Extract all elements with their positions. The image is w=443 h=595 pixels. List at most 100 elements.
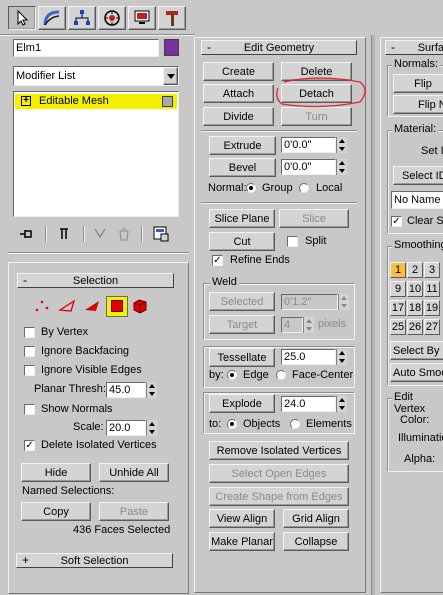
smoothing-group-button[interactable]: 3: [424, 262, 440, 278]
show-normals-checkbox[interactable]: [24, 404, 35, 415]
refine-ends-checkbox[interactable]: ✓: [212, 255, 223, 266]
stack-item-editable-mesh[interactable]: + Editable Mesh: [15, 94, 177, 109]
planar-thresh-field[interactable]: 45.0: [106, 382, 146, 398]
smoothing-group-button[interactable]: 27: [424, 319, 440, 335]
extrude-button[interactable]: Extrude: [209, 136, 276, 155]
smoothing-group-button[interactable]: 10: [407, 281, 423, 297]
utilities-tab[interactable]: [158, 6, 186, 30]
copy-button[interactable]: Copy: [21, 502, 91, 521]
hide-button[interactable]: Hide: [21, 463, 91, 482]
flip-button[interactable]: Flip: [393, 74, 443, 93]
object-name-field[interactable]: Elm1: [13, 39, 159, 57]
remove-isolated-vertices-button[interactable]: Remove Isolated Vertices: [209, 441, 349, 460]
remove-modifier-icon[interactable]: [117, 227, 131, 241]
explode-objects-radio[interactable]: [227, 419, 237, 429]
expand-plus-icon[interactable]: +: [21, 96, 31, 106]
attach-button[interactable]: Attach: [203, 84, 274, 103]
extrude-amount-field[interactable]: 0'0.0": [281, 137, 336, 153]
scale-spinner[interactable]: [146, 420, 157, 436]
motion-tab[interactable]: [98, 6, 126, 30]
unhide-all-button[interactable]: Unhide All: [99, 463, 169, 482]
smoothing-group-button[interactable]: 11: [424, 281, 440, 297]
selection-rollout-header[interactable]: - Selection: [17, 273, 174, 288]
create-shape-from-edges-button[interactable]: Create Shape from Edges: [209, 487, 349, 506]
tessellate-edge-radio[interactable]: [227, 370, 237, 380]
by-vertex-checkbox[interactable]: [24, 327, 35, 338]
show-end-result-icon[interactable]: [57, 227, 71, 241]
face-level-icon[interactable]: [83, 298, 101, 314]
smoothing-group-button[interactable]: 1: [390, 262, 406, 278]
slice-plane-button[interactable]: Slice Plane: [209, 209, 275, 228]
edge-level-icon[interactable]: [58, 298, 76, 314]
select-open-edges-button[interactable]: Select Open Edges: [209, 464, 349, 483]
make-unique-icon[interactable]: [93, 227, 107, 241]
edit-geometry-rollout-header[interactable]: - Edit Geometry: [201, 40, 357, 55]
select-by-smoothing-button[interactable]: Select By S: [390, 341, 443, 360]
weld-threshold-field[interactable]: 0'1.2": [281, 294, 338, 310]
ignore-backfacing-checkbox[interactable]: [24, 346, 35, 357]
create-button[interactable]: Create: [203, 62, 274, 81]
weld-target-button[interactable]: Target: [209, 315, 275, 334]
weld-selected-button[interactable]: Selected: [209, 292, 275, 311]
divide-button[interactable]: Divide: [203, 107, 274, 126]
soft-selection-rollout-header[interactable]: + Soft Selection: [16, 553, 173, 568]
configure-sets-icon[interactable]: [153, 226, 169, 242]
material-name-dropdown[interactable]: No Name -: [391, 191, 443, 209]
make-planar-button[interactable]: Make Planar: [209, 532, 275, 551]
explode-angle-field[interactable]: 24.0: [281, 396, 336, 412]
grid-align-button[interactable]: Grid Align: [283, 509, 349, 528]
polygon-level-button[interactable]: [106, 296, 128, 317]
bevel-amount-field[interactable]: 0'0.0": [281, 159, 336, 175]
weld-threshold-spinner[interactable]: [338, 294, 349, 310]
hierarchy-tab[interactable]: [68, 6, 96, 30]
smoothing-group-button[interactable]: 9: [390, 281, 406, 297]
normal-local-radio[interactable]: [299, 183, 309, 193]
smoothing-group-button[interactable]: 2: [407, 262, 423, 278]
tessellate-face-center-radio[interactable]: [276, 370, 286, 380]
modify-tab[interactable]: [38, 6, 66, 30]
clear-selection-checkbox[interactable]: ✓: [391, 216, 402, 227]
display-tab[interactable]: [128, 6, 156, 30]
chevron-down-icon[interactable]: [163, 67, 178, 85]
ignore-visible-edges-checkbox[interactable]: [24, 365, 35, 376]
weld-pixels-field[interactable]: 4: [281, 317, 303, 333]
pin-stack-icon[interactable]: [19, 227, 35, 241]
paste-button[interactable]: Paste: [99, 502, 169, 521]
tessellate-spinner[interactable]: [336, 349, 347, 365]
auto-smooth-button[interactable]: Auto Smoo: [390, 363, 443, 382]
toolbar-divider: [0, 34, 195, 36]
split-checkbox[interactable]: [287, 236, 298, 247]
weld-pixels-spinner[interactable]: [303, 317, 314, 333]
explode-elements-radio[interactable]: [290, 419, 300, 429]
tessellate-tension-field[interactable]: 25.0: [281, 349, 336, 365]
select-id-button[interactable]: Select ID: [393, 166, 443, 185]
smoothing-group-button[interactable]: 25: [390, 319, 406, 335]
explode-spinner[interactable]: [336, 396, 347, 412]
smoothing-group-button[interactable]: 26: [407, 319, 423, 335]
stack-item-light-icon[interactable]: [162, 96, 173, 107]
object-color-swatch[interactable]: [164, 39, 179, 56]
flip-normal-mode-button[interactable]: Flip N: [393, 95, 443, 114]
cut-button[interactable]: Cut: [209, 232, 275, 251]
delete-isolated-vertices-checkbox[interactable]: ✓: [24, 440, 35, 451]
smoothing-group-button[interactable]: 19: [424, 300, 440, 316]
bevel-button[interactable]: Bevel: [209, 158, 276, 177]
element-level-icon[interactable]: [132, 298, 148, 314]
surface-rollout-header[interactable]: - Surfa: [385, 40, 443, 55]
planar-thresh-spinner[interactable]: [146, 382, 157, 398]
explode-button[interactable]: Explode: [209, 394, 275, 413]
tessellate-button[interactable]: Tessellate: [209, 348, 275, 367]
collapse-button[interactable]: Collapse: [283, 532, 349, 551]
smoothing-group-button[interactable]: 17: [390, 300, 406, 316]
smoothing-group-button[interactable]: 18: [407, 300, 423, 316]
modifier-list-dropdown[interactable]: Modifier List: [13, 66, 179, 86]
slice-button[interactable]: Slice: [279, 209, 349, 228]
polygon-level-icon: [111, 300, 123, 312]
create-tab[interactable]: [8, 6, 36, 30]
scale-field[interactable]: 20.0: [106, 420, 146, 436]
view-align-button[interactable]: View Align: [209, 509, 275, 528]
extrude-spinner[interactable]: [336, 137, 347, 153]
bevel-spinner[interactable]: [336, 159, 347, 175]
normal-group-radio[interactable]: [246, 183, 256, 193]
vertex-level-icon[interactable]: [34, 298, 50, 314]
